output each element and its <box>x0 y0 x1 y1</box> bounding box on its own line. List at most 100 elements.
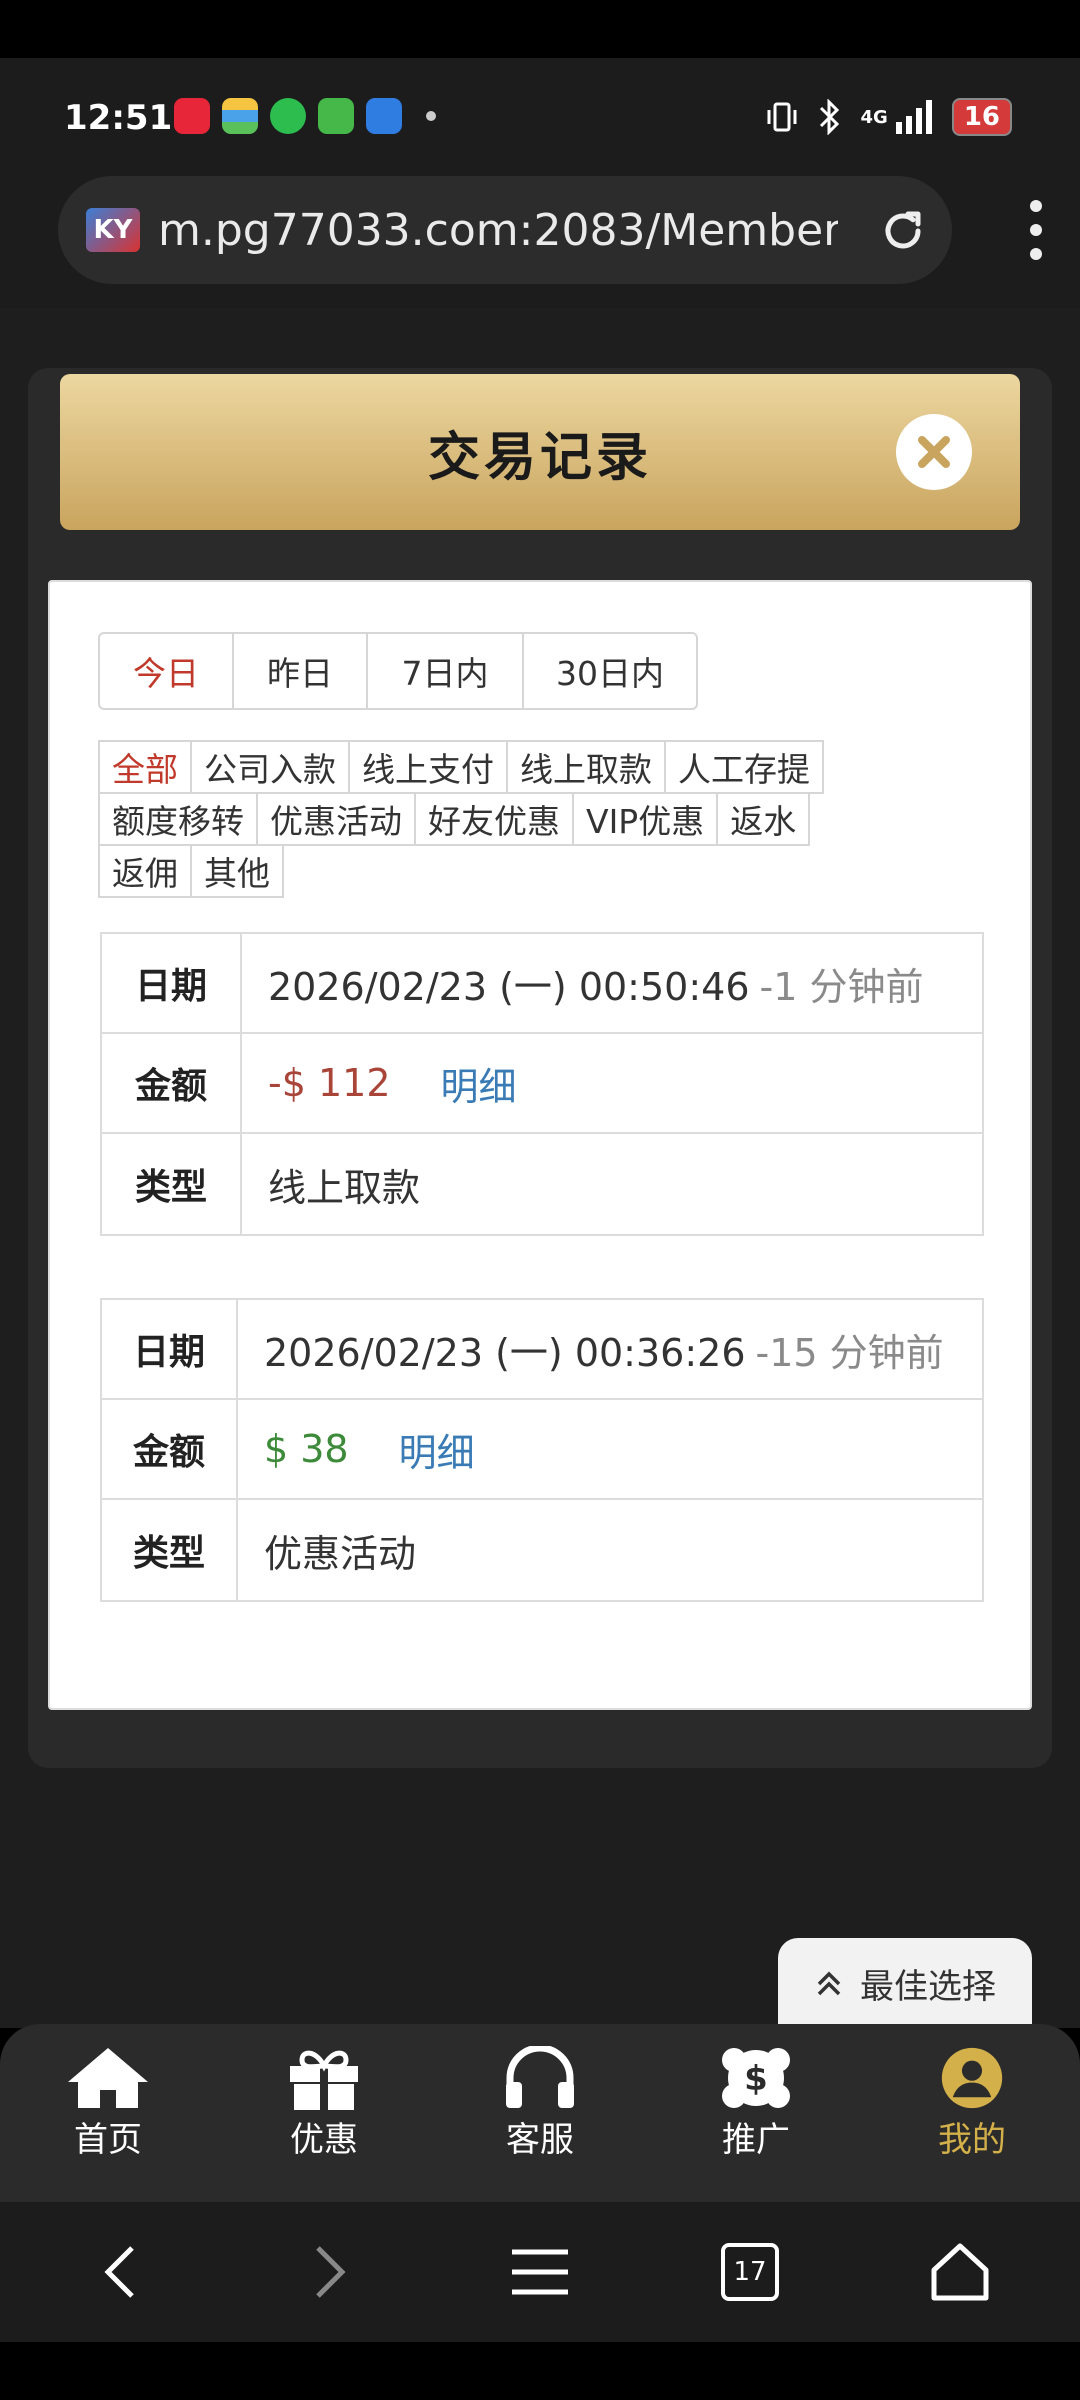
nav-customer-service[interactable]: 客服 <box>432 2024 648 2202</box>
message-icon <box>270 98 306 134</box>
site-favicon: KY <box>86 208 140 252</box>
more-menu-icon[interactable] <box>1026 198 1046 262</box>
menu-button[interactable] <box>500 2232 580 2312</box>
transaction-record: 日期 2026/02/23 (一) 00:36:26 -15 分钟前 金额 $ … <box>100 1298 984 1602</box>
nav-label: 推广 <box>722 2120 790 2160</box>
nav-promotions[interactable]: 优惠 <box>216 2024 432 2202</box>
headset-icon <box>506 2046 574 2108</box>
bluetooth-icon <box>819 99 839 135</box>
transaction-record: 日期 2026/02/23 (一) 00:50:46 -1 分钟前 金额 -$ … <box>100 932 984 1236</box>
tabs-count: 17 <box>721 2243 779 2301</box>
gift-icon <box>290 2050 358 2110</box>
record-type: 线上取款 <box>268 1165 421 1210</box>
browser-toolbar: KY m.pg77033.com:2083/Member... <box>0 176 1080 308</box>
record-date: 2026/02/23 (一) 00:50:46 <box>268 964 750 1009</box>
chevron-left-icon <box>104 2246 134 2298</box>
status-right: 4G 16 <box>765 98 1012 136</box>
signal-icon <box>895 100 932 134</box>
filter-rebate[interactable]: 返水 <box>716 792 811 846</box>
chevron-right-icon <box>316 2246 346 2298</box>
amount-label: 金额 <box>102 1034 242 1132</box>
date-value-cell: 2026/02/23 (一) 00:36:26 -15 分钟前 <box>238 1300 982 1398</box>
house-outline-icon <box>931 2243 989 2301</box>
record-time-ago: -1 分钟前 <box>759 964 924 1009</box>
nav-home[interactable]: 首页 <box>0 2024 216 2202</box>
home-button[interactable] <box>920 2232 1000 2312</box>
more-notifications-dot <box>426 111 436 121</box>
date-label: 日期 <box>102 934 242 1032</box>
record-date: 2026/02/23 (一) 00:36:26 <box>264 1330 746 1375</box>
filter-manual-deposit-withdraw[interactable]: 人工存提 <box>664 740 824 794</box>
record-date-row: 日期 2026/02/23 (一) 00:36:26 -15 分钟前 <box>102 1300 982 1400</box>
status-bar: 12:51 4G 16 <box>0 58 1080 176</box>
record-time-ago: -15 分钟前 <box>755 1330 944 1375</box>
notification-icons <box>174 98 436 134</box>
dollar-badge-icon: $ <box>722 2048 790 2108</box>
nav-label: 首页 <box>74 2120 142 2160</box>
nav-label: 客服 <box>506 2120 574 2160</box>
url-text[interactable]: m.pg77033.com:2083/Member... <box>158 205 838 256</box>
tab-yesterday[interactable]: 昨日 <box>234 634 368 708</box>
detail-link[interactable]: 明细 <box>399 1422 475 1477</box>
amount-label: 金额 <box>102 1400 238 1498</box>
nav-label: 我的 <box>938 2120 1006 2160</box>
tabs-button[interactable]: 17 <box>710 2232 790 2312</box>
date-label: 日期 <box>102 1300 238 1398</box>
wallet-icon <box>222 98 258 134</box>
record-type-row: 类型 优惠活动 <box>102 1500 982 1600</box>
amount-value-cell: $ 38 明细 <box>238 1400 982 1498</box>
forward-button[interactable] <box>290 2232 370 2312</box>
filter-promotion[interactable]: 优惠活动 <box>256 792 416 846</box>
record-amount: $ 38 <box>264 1427 349 1471</box>
user-icon <box>941 2047 1003 2109</box>
vibrate-icon <box>767 102 796 132</box>
date-range-tabs: 今日 昨日 7日内 30日内 <box>98 632 698 710</box>
filter-online-withdrawal[interactable]: 线上取款 <box>506 740 666 794</box>
network-type: 4G <box>860 106 888 128</box>
blue-app-icon <box>366 98 402 134</box>
chevron-up-double-icon <box>817 1971 841 1996</box>
record-amount: -$ 112 <box>268 1061 391 1105</box>
xiaohongshu-icon <box>174 98 210 134</box>
best-choice-button[interactable]: 最佳选择 <box>778 1938 1032 2028</box>
best-choice-label: 最佳选择 <box>860 1966 996 2007</box>
bottom-edge <box>0 2342 1080 2400</box>
battery-indicator: 16 <box>951 98 1012 136</box>
detail-link[interactable]: 明细 <box>441 1056 517 1111</box>
record-type: 优惠活动 <box>264 1531 417 1576</box>
tab-today[interactable]: 今日 <box>100 634 234 708</box>
svg-text:$: $ <box>744 2059 768 2099</box>
hamburger-icon <box>512 2249 568 2295</box>
record-type-row: 类型 线上取款 <box>102 1134 982 1234</box>
transaction-panel: 今日 昨日 7日内 30日内 全部 公司入款 线上支付 线上取款 人工存提 额度… <box>48 580 1032 1710</box>
filter-vip-bonus[interactable]: VIP优惠 <box>572 792 719 846</box>
filter-company-deposit[interactable]: 公司入款 <box>190 740 350 794</box>
type-label: 类型 <box>102 1134 242 1234</box>
filter-credit-transfer[interactable]: 额度移转 <box>98 792 258 846</box>
amount-value-cell: -$ 112 明细 <box>242 1034 982 1132</box>
record-amount-row: 金额 -$ 112 明细 <box>102 1034 982 1134</box>
close-button[interactable] <box>896 414 972 490</box>
reload-icon[interactable] <box>878 206 928 256</box>
address-bar[interactable]: KY m.pg77033.com:2083/Member... <box>58 176 952 284</box>
nav-label: 优惠 <box>290 2120 358 2160</box>
system-navigation-bar: 17 <box>0 2202 1080 2342</box>
dialog-header: 交易记录 <box>60 374 1020 530</box>
filter-other[interactable]: 其他 <box>190 844 284 898</box>
nav-referral[interactable]: $ 推广 <box>648 2024 864 2202</box>
filter-all[interactable]: 全部 <box>98 740 192 794</box>
status-time: 12:51 <box>64 98 173 138</box>
filter-online-payment[interactable]: 线上支付 <box>348 740 508 794</box>
dialog-title: 交易记录 <box>427 427 652 488</box>
bottom-navigation: 首页 优惠 客服 $ 推广 我的 <box>0 2024 1080 2202</box>
back-button[interactable] <box>80 2232 160 2312</box>
tab-7-days[interactable]: 7日内 <box>368 634 524 708</box>
filter-commission[interactable]: 返佣 <box>98 844 192 898</box>
date-value-cell: 2026/02/23 (一) 00:50:46 -1 分钟前 <box>242 934 982 1032</box>
nav-profile[interactable]: 我的 <box>864 2024 1080 2202</box>
tab-30-days[interactable]: 30日内 <box>524 634 696 708</box>
record-date-row: 日期 2026/02/23 (一) 00:50:46 -1 分钟前 <box>102 934 982 1034</box>
filter-friend-bonus[interactable]: 好友优惠 <box>414 792 574 846</box>
type-label: 类型 <box>102 1500 238 1600</box>
home-icon <box>68 2048 148 2108</box>
